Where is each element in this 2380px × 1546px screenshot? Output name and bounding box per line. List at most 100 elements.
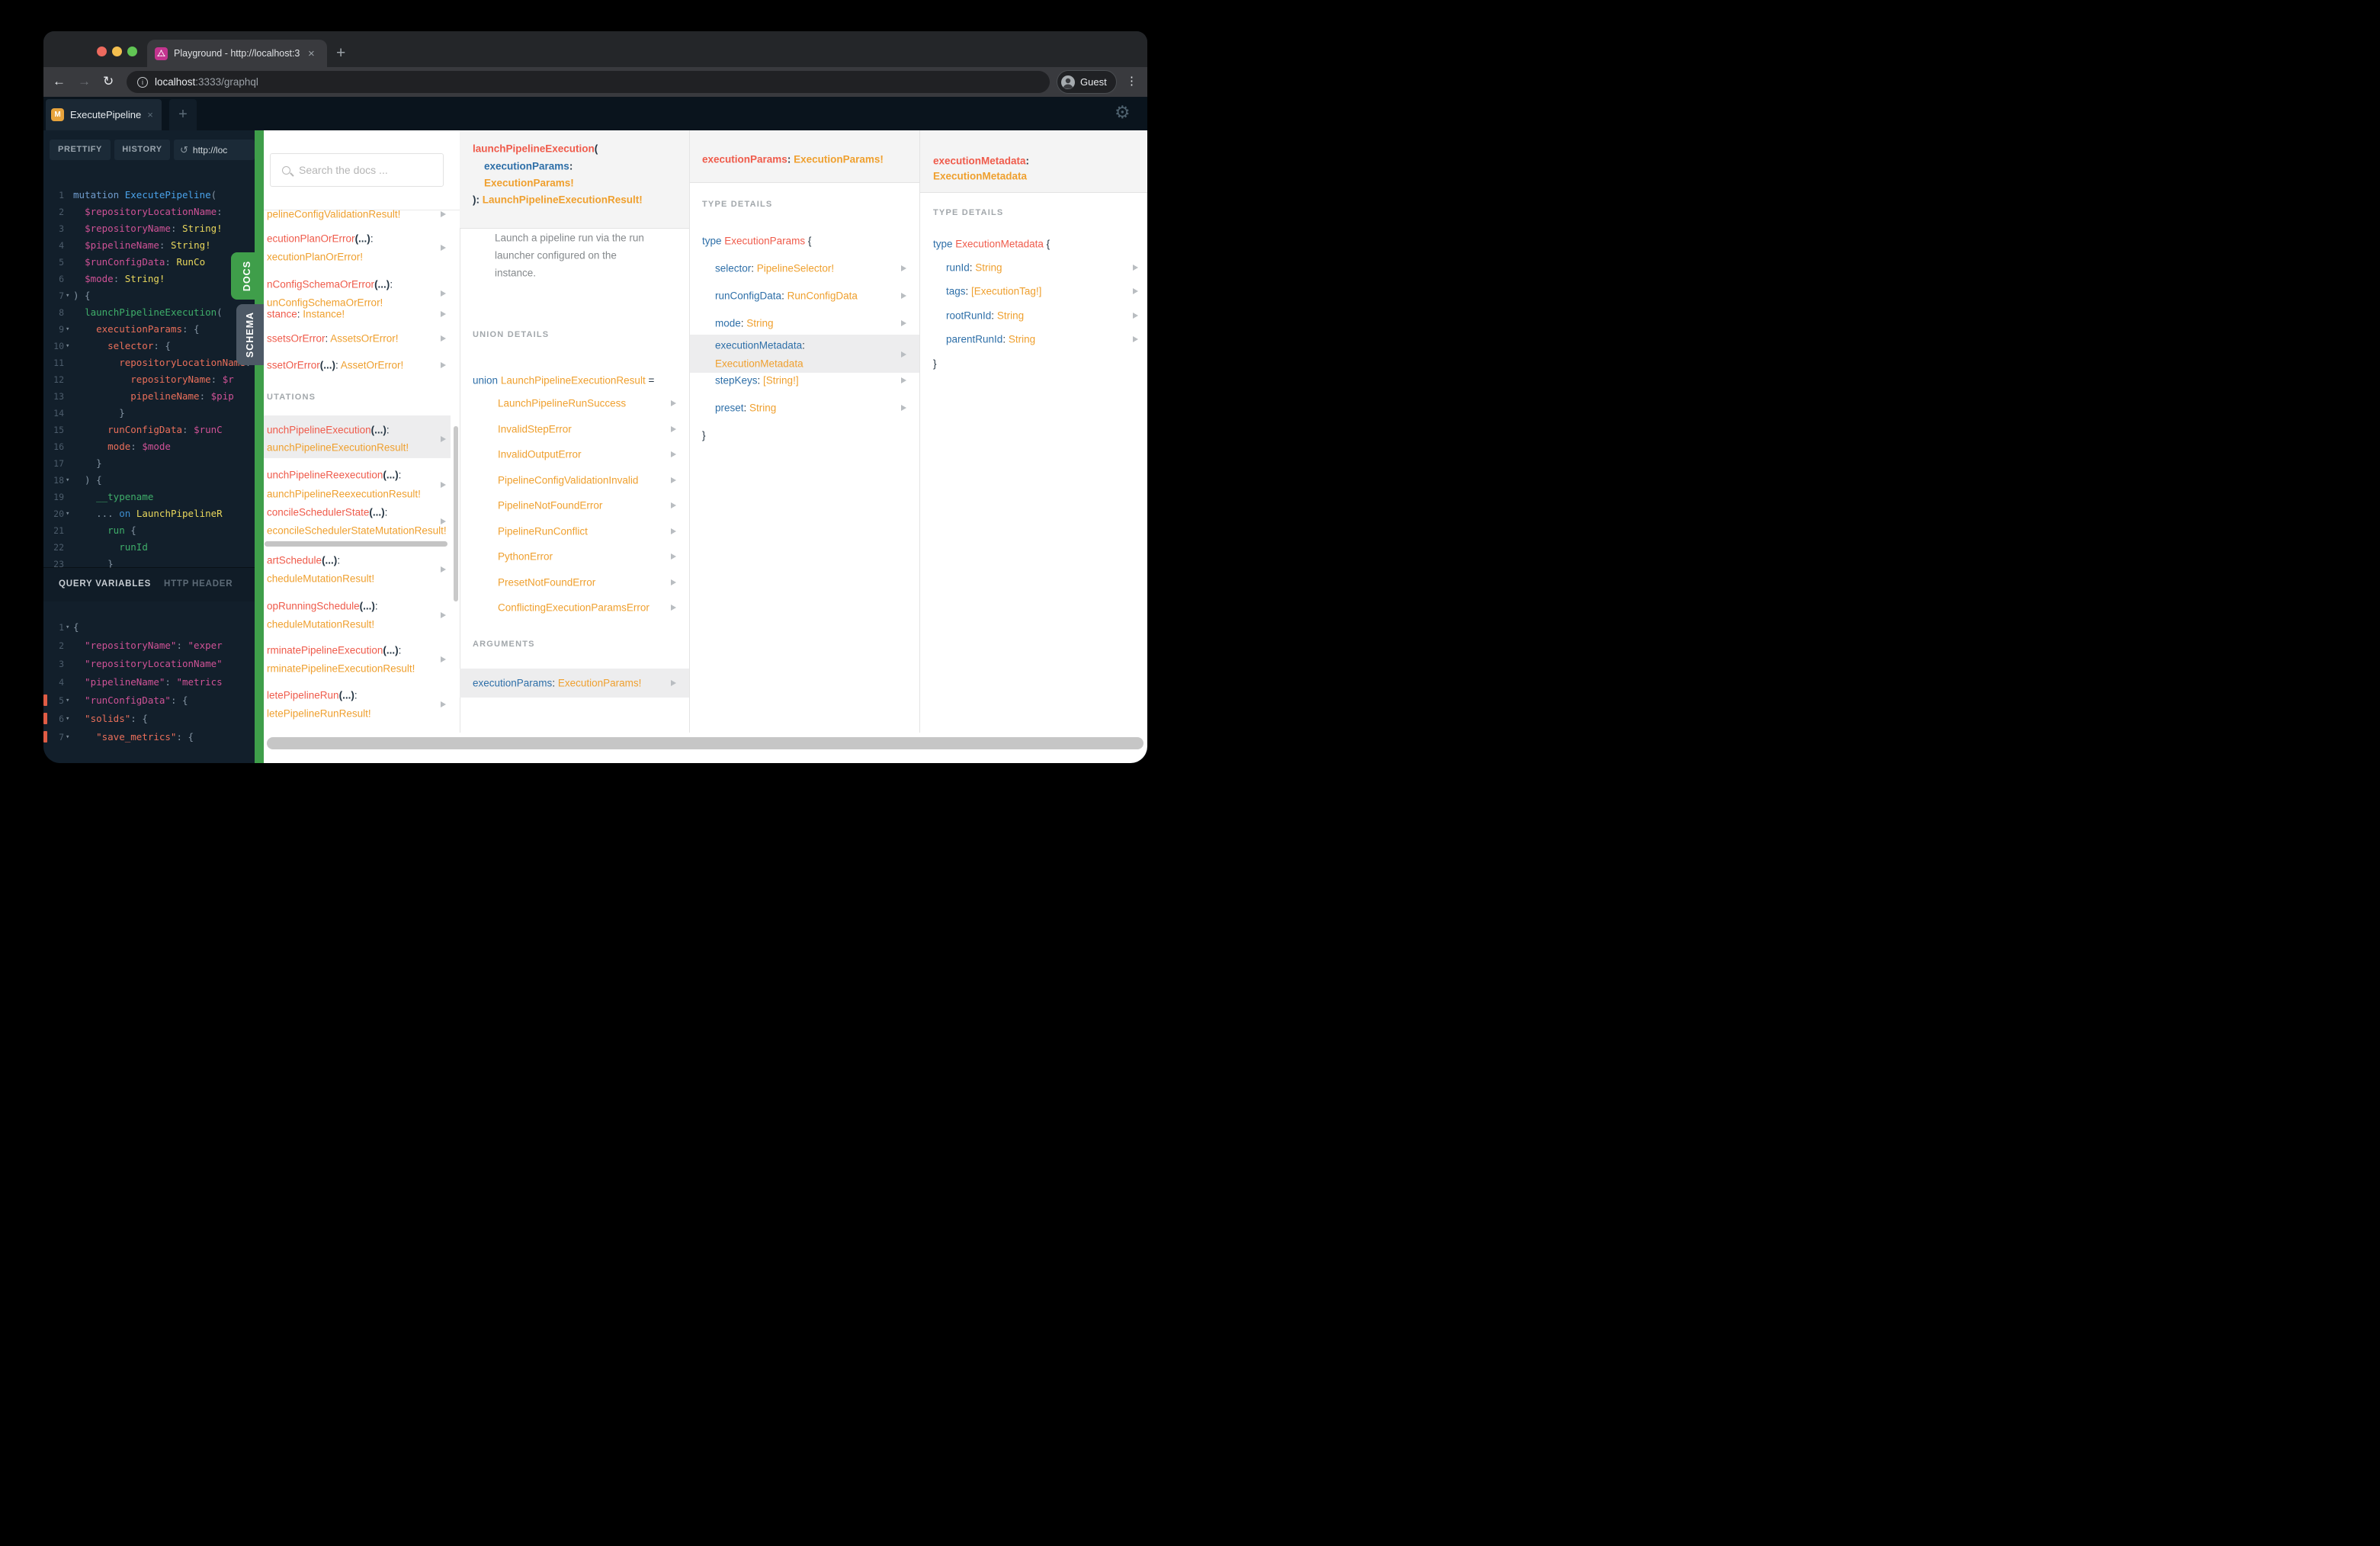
tab-http-headers[interactable]: HTTP HEADER: [164, 579, 233, 589]
tab-schema[interactable]: SCHEMA: [236, 304, 264, 365]
code-line: 7 ▾) {: [43, 287, 255, 304]
new-tab-button[interactable]: +: [336, 40, 345, 66]
docs-item[interactable]: ssetOrError(...): AssetOrError!: [267, 360, 403, 371]
address-bar[interactable]: i localhost:3333/graphql: [127, 71, 1050, 93]
docs-item[interactable]: rminatePipelineExecution(...):: [267, 645, 401, 656]
type-field[interactable]: rootRunId: String: [946, 310, 1024, 322]
chevron-right-icon: [441, 518, 446, 524]
line-number: 9: [59, 324, 64, 335]
type-field[interactable]: mode: String: [715, 318, 774, 329]
union-member[interactable]: LaunchPipelineRunSuccess: [498, 398, 626, 409]
docs-item[interactable]: xecutionPlanOrError!: [267, 252, 363, 263]
endpoint-input[interactable]: ↺ http://loc: [174, 140, 255, 160]
chevron-right-icon: [441, 362, 446, 368]
code-line: 13 pipelineName: $pip: [43, 388, 255, 405]
sync-icon: ↺: [180, 144, 188, 156]
screenshot-canvas: Playground - http://localhost:3 × + ← → …: [0, 0, 1190, 773]
browser-window: Playground - http://localhost:3 × + ← → …: [43, 31, 1147, 763]
description-line: Launch a pipeline run via the run: [495, 232, 644, 244]
session-tab-executepipeline[interactable]: M ExecutePipeline ×: [46, 99, 162, 130]
type-field[interactable]: selector: PipelineSelector!: [715, 263, 834, 274]
reload-icon[interactable]: ↻: [103, 67, 114, 97]
chevron-right-icon: [441, 612, 446, 618]
chevron-right-icon: [1133, 288, 1138, 294]
traffic-light-zoom[interactable]: [127, 47, 137, 56]
type-field[interactable]: parentRunId: String: [946, 334, 1035, 345]
union-member[interactable]: InvalidStepError: [498, 423, 572, 435]
session-close-icon[interactable]: ×: [147, 109, 153, 120]
line-number: 2: [59, 640, 64, 651]
union-declaration: union LaunchPipelineExecutionResult =: [473, 374, 655, 386]
line-number: 15: [53, 425, 64, 435]
docs-item[interactable]: opRunningSchedule(...):: [267, 601, 378, 612]
traffic-light-minimize[interactable]: [112, 47, 122, 56]
chevron-right-icon: [1133, 313, 1138, 319]
line-number: 12: [53, 374, 64, 385]
profile-button[interactable]: Guest: [1057, 70, 1117, 94]
prettify-button[interactable]: PRETTIFY: [50, 140, 111, 160]
type-field[interactable]: stepKeys: [String!]: [715, 375, 799, 386]
docs-item[interactable]: ecutionPlanOrError(...):: [267, 233, 374, 245]
type-field[interactable]: executionMetadata:: [715, 340, 805, 351]
code-line: 9 ▾ executionParams: {: [43, 321, 255, 338]
type-field[interactable]: tags: [ExecutionTag!]: [946, 286, 1041, 297]
type-field[interactable]: runId: String: [946, 262, 1002, 274]
variables-editor-lines[interactable]: 1 ▾{2 "repositoryName": "exper 3 "reposito…: [43, 618, 255, 763]
arg-name: executionParams: [484, 160, 569, 172]
column1-vertical-scrollbar[interactable]: [454, 426, 458, 601]
type-field[interactable]: runConfigData: RunConfigData: [715, 290, 858, 302]
union-member[interactable]: PresetNotFoundError: [498, 576, 595, 588]
docs-panel-edge[interactable]: [255, 130, 264, 763]
docs-item[interactable]: letePipelineRun(...):: [267, 690, 358, 701]
type-declaration: type ExecutionMetadata {: [933, 238, 1050, 250]
docs-item[interactable]: letePipelineRunResult!: [267, 708, 371, 720]
docs-item[interactable]: aunchPipelineReexecutionResult!: [267, 489, 421, 500]
docs-item[interactable]: aunchPipelineExecutionResult!: [267, 442, 409, 454]
chevron-right-icon: [901, 293, 906, 299]
line-number: 10: [53, 341, 64, 351]
docs-item[interactable]: concileSchedulerState(...):: [267, 507, 387, 518]
tab-query-variables[interactable]: QUERY VARIABLES: [59, 579, 151, 589]
docs-item[interactable]: stance: Instance!: [267, 309, 345, 320]
docs-item[interactable]: rminatePipelineExecutionResult!: [267, 663, 415, 675]
docs-item[interactable]: unchPipelineReexecution(...):: [267, 470, 401, 481]
chevron-right-icon: [441, 311, 446, 317]
browser-toolbar: ← → ↻ i localhost:3333/graphql Guest ⋮: [43, 67, 1147, 97]
docs-item[interactable]: nConfigSchemaOrError(...):: [267, 279, 393, 290]
column-divider: [919, 130, 920, 733]
column1-horizontal-scrollbar[interactable]: [265, 541, 447, 547]
settings-gear-icon[interactable]: ⚙: [1115, 95, 1131, 129]
docs-item[interactable]: pelineConfigValidationResult!: [267, 209, 400, 220]
page-info-icon[interactable]: i: [137, 76, 148, 88]
return-type: LaunchPipelineExecutionResult!: [482, 194, 643, 206]
docs-item[interactable]: cheduleMutationResult!: [267, 573, 374, 585]
union-member[interactable]: PipelineRunConflict: [498, 525, 588, 537]
arguments-header: ARGUMENTS: [473, 640, 535, 649]
history-button[interactable]: HISTORY: [114, 140, 170, 160]
traffic-light-close[interactable]: [97, 47, 107, 56]
docs-item[interactable]: ssetsOrError: AssetsOrError!: [267, 333, 399, 345]
union-member[interactable]: PipelineNotFoundError: [498, 500, 602, 512]
back-icon[interactable]: ←: [53, 67, 66, 97]
type-field[interactable]: preset: String: [715, 403, 776, 414]
forward-icon[interactable]: →: [78, 67, 91, 97]
union-member[interactable]: ConflictingExecutionParamsError: [498, 602, 650, 614]
browser-menu-icon[interactable]: ⋮: [1126, 67, 1137, 97]
docs-search-box[interactable]: Search the docs ...: [270, 153, 444, 187]
query-editor-lines[interactable]: 1 mutation ExecutePipeline(2 $repositoryL…: [43, 187, 255, 573]
field-name: launchPipelineExecution: [473, 143, 595, 155]
argument-row[interactable]: executionParams: ExecutionParams!: [473, 678, 641, 689]
union-member[interactable]: PythonError: [498, 551, 553, 563]
docs-item[interactable]: artSchedule(...):: [267, 555, 340, 566]
union-member[interactable]: InvalidOutputError: [498, 449, 582, 460]
docs-item[interactable]: econcileSchedulerStateMutationResult!: [267, 525, 447, 537]
add-session-button[interactable]: +: [169, 99, 197, 130]
docs-horizontal-scrollbar[interactable]: [267, 737, 1143, 749]
union-member[interactable]: PipelineConfigValidationInvalid: [498, 474, 638, 486]
docs-item[interactable]: unConfigSchemaOrError!: [267, 297, 383, 309]
docs-item[interactable]: unchPipelineExecution(...):: [267, 425, 390, 436]
tab-docs[interactable]: DOCS: [231, 252, 264, 300]
tab-close-icon[interactable]: ×: [308, 47, 315, 60]
docs-item[interactable]: cheduleMutationResult!: [267, 619, 374, 630]
browser-tab[interactable]: Playground - http://localhost:3 ×: [147, 40, 327, 67]
